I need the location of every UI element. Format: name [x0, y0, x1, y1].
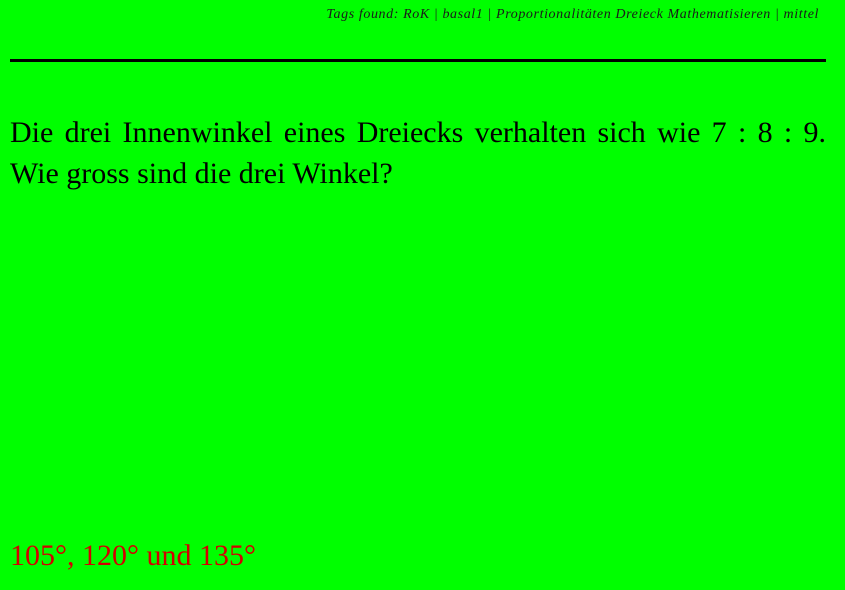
- tags-line: Tags found: RoK | basal1 | Proportionali…: [326, 7, 819, 22]
- answer-text: 105°, 120° und 135°: [10, 539, 256, 572]
- question-text: Die drei Innenwinkel eines Dreiecks verh…: [10, 116, 826, 190]
- horizontal-divider: [10, 59, 826, 62]
